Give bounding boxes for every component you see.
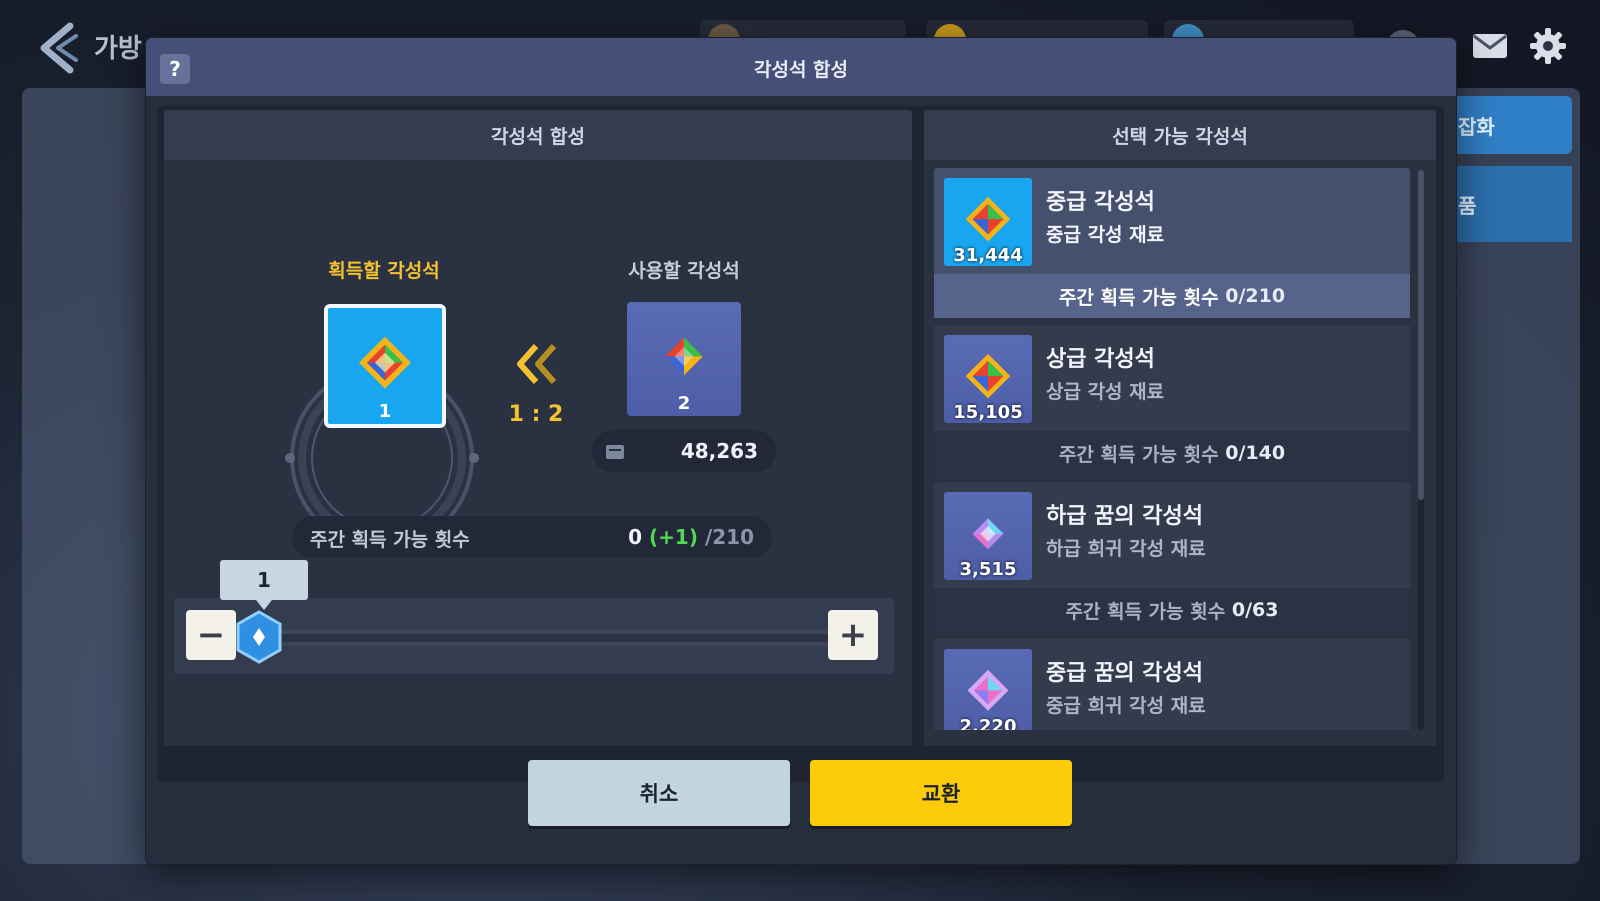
stone-card-advanced[interactable]: 15,105 상급 각성석 상급 각성 재료 주간 획득 가능 횟수 0/140 [934, 325, 1410, 475]
stone-count: 31,444 [953, 245, 1023, 266]
stone-weekly-value: 0/140 [1225, 442, 1286, 464]
settings-gear-icon[interactable] [1528, 26, 1568, 66]
selectable-stones-panel: 선택 가능 각성석 31,444 중급 각성석 중급 각성 재료 주간 획득 가… [924, 110, 1436, 746]
stone-card-icon: 3,515 [944, 492, 1032, 580]
weekly-max: /210 [704, 525, 754, 549]
stone-card-intermediate[interactable]: 31,444 중급 각성석 중급 각성 재료 주간 획득 가능 횟수 0/210 [934, 168, 1410, 318]
awakening-stone-icon [965, 353, 1011, 399]
increase-button[interactable]: + [828, 610, 878, 660]
side-tab-label: 잡화 [1458, 114, 1495, 139]
awakening-stone-icon [665, 337, 703, 376]
slider-thumb-icon[interactable] [234, 610, 284, 664]
stone-card-intermediate-dream[interactable]: 2,220 중급 꿈의 각성석 중급 희귀 각성 재료 [934, 639, 1410, 730]
dream-stone-icon [967, 669, 1009, 711]
weekly-limit-box: 주간 획득 가능 횟수 0 (+1) /210 [292, 516, 772, 558]
stone-name: 하급 꿈의 각성석 [1046, 504, 1203, 529]
stone-weekly-limit: 주간 획득 가능 횟수 0/63 [934, 588, 1410, 632]
stone-description: 상급 각성 재료 [1046, 381, 1165, 403]
mail-icon[interactable] [1470, 26, 1510, 66]
use-count: 2 [677, 393, 691, 414]
stone-count: 2,220 [959, 716, 1017, 730]
stone-name: 중급 꿈의 각성석 [1046, 661, 1203, 686]
stone-count: 3,515 [959, 559, 1017, 580]
stone-list-scrollbar[interactable] [1418, 170, 1424, 730]
stone-count: 15,105 [953, 402, 1023, 423]
cancel-button[interactable]: 취소 [528, 760, 790, 826]
synthesis-modal: ? 각성석 합성 각성석 합성 획득할 각성석 사용할 각성석 1 1: 2 … [146, 38, 1456, 864]
weekly-added: (+1) [649, 525, 698, 549]
weekly-limit-value: 0 (+1) /210 [628, 525, 754, 549]
awakening-stone-icon [359, 336, 411, 389]
obtain-stone-slot[interactable]: 1 [324, 304, 446, 428]
stone-weekly-value: 0/210 [1225, 285, 1286, 307]
stone-weekly-label: 주간 획득 가능 횟수 [1058, 443, 1219, 466]
dream-stone-icon [972, 518, 1004, 550]
stone-name: 중급 각성석 [1046, 190, 1155, 215]
stone-card-icon: 2,220 [944, 649, 1032, 730]
obtain-label: 획득할 각성석 [328, 260, 440, 282]
exchange-ratio: 1 : 2 [508, 402, 564, 427]
stone-list: 31,444 중급 각성석 중급 각성 재료 주간 획득 가능 횟수 0/210 [934, 168, 1412, 730]
quantity-slider-track[interactable] [276, 630, 836, 646]
stone-card-icon: 15,105 [944, 335, 1032, 423]
side-tab-misc[interactable]: 잡화 [1440, 96, 1572, 154]
awakening-stone-icon [965, 196, 1011, 242]
stone-list-scroll-thumb[interactable] [1418, 170, 1424, 500]
synthesis-panel: 각성석 합성 획득할 각성석 사용할 각성석 1 1: 2 2 48,263 … [164, 110, 912, 746]
stone-weekly-limit: 주간 획득 가능 횟수 0/140 [934, 431, 1410, 475]
stone-name: 상급 각성석 [1046, 347, 1155, 372]
stone-weekly-limit: 주간 획득 가능 횟수 0/210 [934, 274, 1410, 318]
back-arrow-icon[interactable] [36, 22, 80, 74]
stone-card-icon: 31,444 [944, 178, 1032, 266]
stone-weekly-label: 주간 획득 가능 횟수 [1058, 286, 1219, 309]
stone-weekly-label: 주간 획득 가능 횟수 [1065, 600, 1226, 623]
obtain-count: 1 [378, 401, 392, 422]
selectable-panel-title: 선택 가능 각성석 [924, 110, 1436, 160]
weekly-limit-label: 주간 획득 가능 횟수 [310, 529, 470, 551]
use-stone-slot: 2 [627, 302, 741, 416]
side-tab-item[interactable]: 품 [1440, 166, 1572, 242]
background-title: 가방 [94, 34, 142, 64]
double-chevron-left-icon [517, 344, 557, 384]
modal-body: 각성석 합성 획득할 각성석 사용할 각성석 1 1: 2 2 48,263 … [158, 106, 1444, 782]
side-tab-label: 품 [1458, 193, 1477, 218]
decrease-button[interactable]: − [186, 610, 236, 660]
exchange-button[interactable]: 교환 [810, 760, 1072, 826]
stone-card-low-dream[interactable]: 3,515 하급 꿈의 각성석 하급 희귀 각성 재료 주간 획득 가능 횟수 … [934, 482, 1410, 632]
modal-header: ? 각성석 합성 [146, 38, 1456, 96]
weekly-current: 0 [628, 525, 643, 549]
stone-description: 하급 희귀 각성 재료 [1046, 538, 1206, 560]
stone-description: 중급 희귀 각성 재료 [1046, 695, 1206, 717]
owned-amount-box: 48,263 [592, 430, 776, 472]
use-label: 사용할 각성석 [628, 260, 740, 282]
owned-amount: 48,263 [680, 439, 758, 463]
stone-description: 중급 각성 재료 [1046, 224, 1165, 246]
quantity-tooltip: 1 [220, 560, 308, 610]
stone-weekly-value: 0/63 [1231, 599, 1279, 621]
modal-title: 각성석 합성 [753, 59, 848, 81]
inventory-bag-icon [606, 445, 624, 459]
synthesis-panel-title: 각성석 합성 [164, 110, 912, 160]
